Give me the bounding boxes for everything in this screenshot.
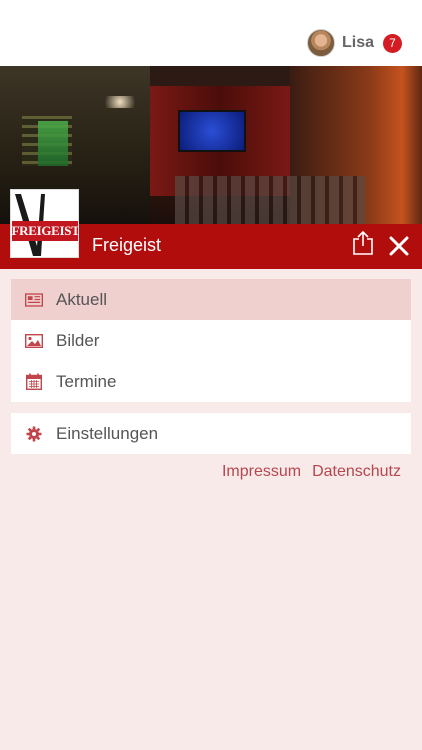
- footer-links: Impressum Datenschutz: [222, 463, 401, 481]
- top-bar: Lisa 7: [0, 0, 422, 66]
- menu-label-einstellungen: Einstellungen: [56, 423, 159, 443]
- menu-item-einstellungen[interactable]: Einstellungen: [11, 413, 411, 454]
- impressum-link[interactable]: Impressum: [222, 463, 301, 481]
- gear-icon: [25, 425, 43, 443]
- menu-item-bilder[interactable]: Bilder: [11, 320, 411, 361]
- club-logo: FREIGEIST: [10, 189, 79, 258]
- close-icon: [389, 236, 409, 256]
- menu-item-termine[interactable]: Termine: [11, 361, 411, 402]
- primary-menu: Aktuell Bilder Termine: [11, 279, 411, 402]
- user-name: Lisa: [341, 34, 374, 51]
- menu-label-aktuell: Aktuell: [56, 289, 108, 309]
- user-profile-button[interactable]: Lisa 7: [306, 29, 402, 57]
- share-icon: [353, 230, 373, 255]
- close-button[interactable]: [388, 235, 410, 257]
- image-icon: [25, 332, 43, 350]
- avatar[interactable]: [306, 29, 335, 57]
- logo-wordmark: FREIGEIST: [11, 220, 78, 241]
- secondary-menu: Einstellungen: [11, 413, 411, 454]
- menu-label-termine: Termine: [56, 371, 117, 391]
- newspaper-icon: [25, 291, 43, 309]
- datenschutz-link[interactable]: Datenschutz: [312, 463, 401, 481]
- menu-label-bilder: Bilder: [56, 330, 100, 350]
- calendar-icon: [25, 373, 43, 391]
- notification-badge[interactable]: 7: [383, 33, 402, 53]
- page-title: Freigeist: [92, 235, 162, 255]
- share-button[interactable]: [352, 230, 374, 256]
- menu-item-aktuell[interactable]: Aktuell: [11, 279, 411, 320]
